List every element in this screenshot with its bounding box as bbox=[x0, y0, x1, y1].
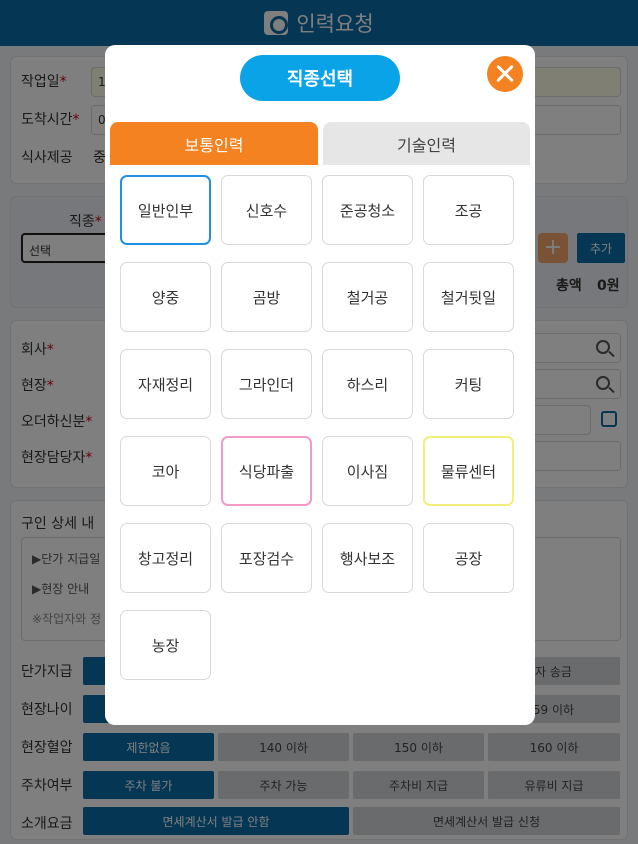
job-option[interactable]: 물류센터 bbox=[423, 436, 514, 506]
job-select-modal: 직종선택 보통인력 기술인력 일반인부 신호수 준공청소 조공 양중 곰방 철거… bbox=[105, 45, 535, 725]
job-option[interactable]: 하스리 bbox=[322, 349, 413, 419]
tab-general-labor[interactable]: 보통인력 bbox=[110, 122, 318, 165]
job-option[interactable]: 조공 bbox=[423, 175, 514, 245]
job-option[interactable]: 식당파출 bbox=[221, 436, 312, 506]
job-option[interactable]: 준공청소 bbox=[322, 175, 413, 245]
job-option[interactable]: 농장 bbox=[120, 610, 211, 680]
job-option[interactable]: 창고정리 bbox=[120, 523, 211, 593]
job-option[interactable]: 철거공 bbox=[322, 262, 413, 332]
job-option[interactable]: 양중 bbox=[120, 262, 211, 332]
modal-title: 직종선택 bbox=[240, 55, 400, 101]
job-option[interactable]: 일반인부 bbox=[120, 175, 211, 245]
job-option[interactable]: 그라인더 bbox=[221, 349, 312, 419]
tab-skilled-labor[interactable]: 기술인력 bbox=[323, 122, 530, 165]
job-option[interactable]: 철거뒷일 bbox=[423, 262, 514, 332]
job-option[interactable]: 포장검수 bbox=[221, 523, 312, 593]
job-option[interactable]: 이사짐 bbox=[322, 436, 413, 506]
job-option[interactable]: 공장 bbox=[423, 523, 514, 593]
job-option[interactable]: 곰방 bbox=[221, 262, 312, 332]
job-option[interactable]: 행사보조 bbox=[322, 523, 413, 593]
job-option[interactable]: 신호수 bbox=[221, 175, 312, 245]
job-option[interactable]: 커팅 bbox=[423, 349, 514, 419]
job-option[interactable]: 자재정리 bbox=[120, 349, 211, 419]
close-icon[interactable] bbox=[487, 56, 523, 92]
job-option[interactable]: 코아 bbox=[120, 436, 211, 506]
